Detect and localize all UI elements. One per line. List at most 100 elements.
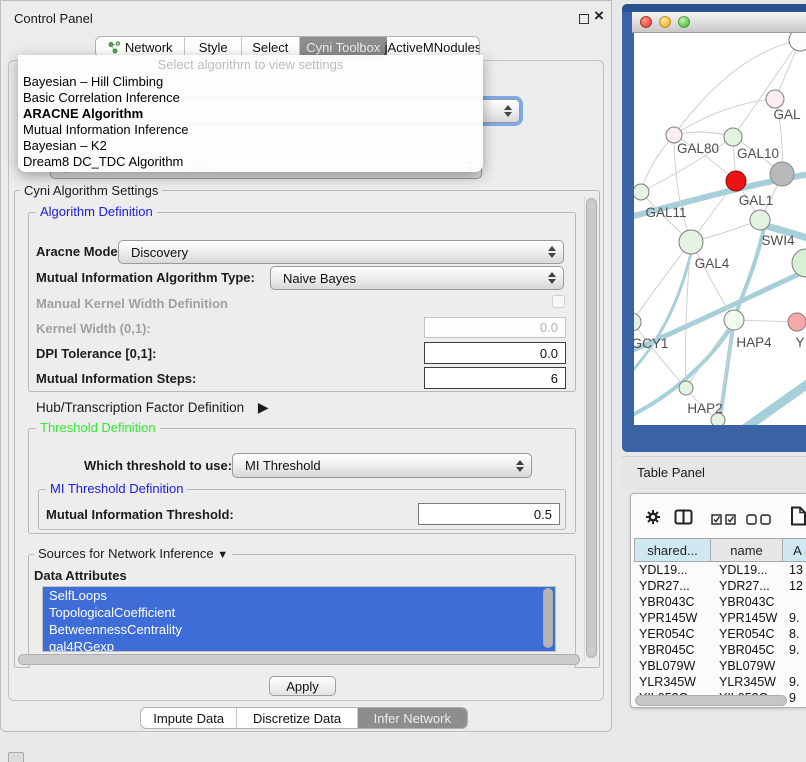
tab-cyni-toolbox[interactable]: Cyni Toolbox — [300, 37, 387, 57]
tab-impute-data-label: Impute Data — [153, 711, 224, 726]
table-hscroll-thumb[interactable] — [635, 695, 787, 706]
settings-hscroll-thumb[interactable] — [18, 654, 580, 665]
settings-vscroll-thumb[interactable] — [586, 198, 597, 658]
mi-threshold-field[interactable]: 0.5 — [418, 503, 560, 525]
minimize-traffic-light[interactable] — [659, 16, 671, 28]
mi-algorithm-type-select[interactable]: Naive Bayes — [270, 266, 564, 290]
node-gal4[interactable] — [679, 230, 703, 254]
data-attributes-list[interactable]: SelfLoops TopologicalCoefficient Between… — [42, 586, 556, 652]
node-label: Y — [795, 335, 804, 350]
dpi-tolerance-label: DPI Tolerance [0,1]: — [36, 346, 156, 362]
aracne-mode-select[interactable]: Discovery — [118, 240, 564, 264]
tab-network-label: Network — [125, 40, 173, 55]
table-row[interactable]: YLR345W YLR345W 9. — [631, 674, 806, 690]
node-unlabeled[interactable] — [789, 33, 806, 51]
tab-impute-data[interactable]: Impute Data — [141, 708, 237, 728]
dpi-tolerance-field[interactable]: 0.0 — [424, 342, 566, 364]
kernel-width-label: Kernel Width (0,1): — [36, 321, 151, 337]
corner-widget[interactable] — [8, 752, 24, 762]
node-gal11[interactable] — [634, 184, 649, 200]
menu-item[interactable]: Mutual Information Inference — [18, 122, 483, 138]
kernel-width-field[interactable]: 0.0 — [424, 317, 566, 338]
cell: YDL19... — [711, 562, 783, 578]
cell: YLR345W — [631, 674, 711, 690]
list-scrollbar[interactable] — [543, 588, 553, 648]
manual-kernel-width-checkbox[interactable] — [552, 295, 565, 308]
hub-section-header[interactable]: Hub/Transcription Factor Definition ▶ — [36, 399, 269, 416]
node-label: GAL11 — [645, 205, 686, 220]
collapsed-arrow-icon: ▶ — [258, 399, 269, 415]
column-header-label: name — [730, 543, 763, 558]
aracne-mode-label: Aracne Mode: — [36, 244, 122, 260]
tab-select-label: Select — [252, 40, 288, 55]
node-hap2[interactable] — [679, 381, 693, 395]
tab-style[interactable]: Style — [185, 37, 242, 57]
node-label: GCY1 — [634, 336, 668, 351]
close-icon[interactable]: × — [594, 6, 604, 26]
menu-item[interactable]: Dream8 DC_TDC Algorithm — [18, 154, 483, 170]
column-header-label: shared... — [647, 543, 698, 558]
network-canvas[interactable]: GAL80 GAL10 GAL1 GAL11 SWI4 GAL4 GCY1 HA… — [634, 33, 806, 425]
cell: YPR145W — [711, 610, 783, 626]
table-row[interactable]: YPR145W YPR145W 9. — [631, 610, 806, 626]
table-row[interactable]: YBR043C YBR043C — [631, 594, 806, 610]
gear-icon[interactable] — [645, 509, 661, 530]
cell: 9. — [783, 674, 806, 690]
cell: YBR045C — [631, 642, 711, 658]
float-window-icon[interactable] — [579, 14, 589, 24]
manual-kernel-width-label: Manual Kernel Width Definition — [36, 296, 228, 312]
node-gal1[interactable] — [750, 210, 770, 230]
menu-item[interactable]: Bayesian – K2 — [18, 138, 483, 154]
deselect-all-checkboxes-icon[interactable] — [746, 512, 772, 530]
column-header-clipped[interactable]: A — [783, 538, 806, 562]
node-gal[interactable] — [766, 90, 784, 108]
node-red[interactable] — [726, 171, 746, 191]
list-item[interactable]: BetweennessCentrality — [43, 621, 555, 638]
node-hap4[interactable] — [724, 310, 744, 330]
mi-steps-field[interactable]: 6 — [424, 367, 566, 389]
algorithm-definition-title: Algorithm Definition — [36, 205, 157, 219]
cell: YER054C — [711, 626, 783, 642]
list-item[interactable]: TopologicalCoefficient — [43, 604, 555, 621]
table-row[interactable]: YDR27... YDR27... 12 — [631, 578, 806, 594]
new-table-icon[interactable] — [790, 506, 806, 531]
node-right-large[interactable] — [792, 249, 806, 277]
menu-item-selected[interactable]: ARACNE Algorithm — [18, 106, 483, 122]
tab-style-label: Style — [199, 40, 228, 55]
node-salmon[interactable] — [788, 313, 806, 331]
table-row[interactable]: YER054C YER054C 8. — [631, 626, 806, 642]
column-header-name[interactable]: name — [711, 538, 783, 562]
menu-item[interactable]: Bayesian – Hill Climbing — [18, 74, 483, 90]
tab-discretize-data[interactable]: Discretize Data — [237, 708, 357, 728]
select-all-checkboxes-icon[interactable] — [711, 512, 737, 530]
tab-network[interactable]: Network — [96, 37, 185, 57]
list-item[interactable]: gal4RGexp — [43, 638, 555, 652]
node-label: GAL — [773, 107, 801, 122]
split-columns-icon[interactable] — [674, 509, 693, 530]
sources-group-label: Sources for Network Inference — [38, 546, 214, 561]
node-label: GAL4 — [695, 256, 730, 271]
tab-select[interactable]: Select — [242, 37, 300, 57]
tab-jactivemnodules[interactable]: jActiveMNodules — [387, 37, 479, 57]
table-row[interactable]: YDL19... YDL19... 13 — [631, 562, 806, 578]
column-header-shared-name[interactable]: shared... — [634, 538, 711, 562]
apply-button[interactable]: Apply — [269, 676, 336, 696]
mi-algorithm-type-value: Naive Bayes — [271, 271, 545, 286]
tab-infer-network[interactable]: Infer Network — [358, 708, 467, 728]
sources-group-title[interactable]: Sources for Network Inference ▼ — [34, 547, 232, 562]
close-traffic-light[interactable] — [640, 16, 652, 28]
table-row[interactable]: YBL079W YBL079W — [631, 658, 806, 674]
list-item[interactable]: SelfLoops — [43, 587, 555, 604]
table-panel-title: Table Panel — [637, 465, 705, 480]
node-gray[interactable] — [770, 162, 794, 186]
which-threshold-select[interactable]: MI Threshold — [232, 453, 532, 478]
which-threshold-label: Which threshold to use: — [84, 458, 232, 474]
dpi-tolerance-value: 0.0 — [540, 346, 565, 361]
node-gal10[interactable] — [724, 128, 742, 146]
mi-algorithm-type-label: Mutual Information Algorithm Type: — [36, 270, 255, 286]
node-label: HAP2 — [687, 401, 722, 416]
table-row[interactable]: YBR045C YBR045C 9. — [631, 642, 806, 658]
node-gcy1[interactable] — [634, 313, 641, 331]
zoom-traffic-light[interactable] — [678, 16, 690, 28]
menu-item[interactable]: Basic Correlation Inference — [18, 90, 483, 106]
